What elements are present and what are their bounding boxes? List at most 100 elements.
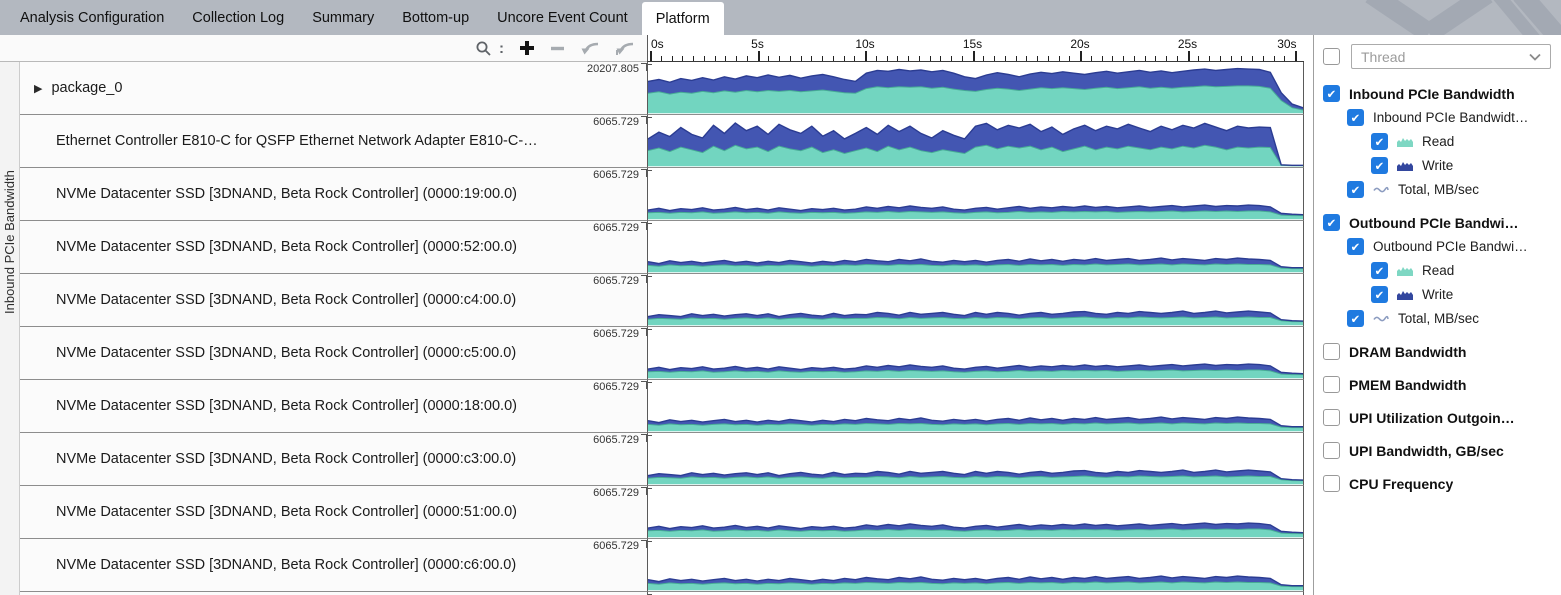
bandwidth-chart[interactable] xyxy=(648,539,1303,591)
bandwidth-chart[interactable] xyxy=(648,62,1303,114)
ruler-minor-tick xyxy=(919,56,920,61)
bandwidth-chart[interactable] xyxy=(648,327,1303,379)
row-value: 20207.805 xyxy=(587,63,639,75)
checkbox-read[interactable]: ✔ xyxy=(1371,262,1388,279)
vertical-scrollbar[interactable] xyxy=(1304,35,1313,595)
timeline-ruler[interactable]: 0s5s10s15s20s25s30s xyxy=(647,35,1304,62)
zoom-in-icon[interactable] xyxy=(519,40,535,56)
bandwidth-chart[interactable] xyxy=(648,486,1303,538)
checkbox-dram-bandwidth[interactable] xyxy=(1323,343,1340,360)
tab-bottom-up[interactable]: Bottom-up xyxy=(388,0,483,35)
checkbox-upi-utilization-outgoing[interactable] xyxy=(1323,409,1340,426)
sidebar-item-upi-bandwidth-gb-sec: UPI Bandwidth, GB/sec xyxy=(1314,442,1561,459)
row-label: Ethernet Controller E810-C for QSFP Ethe… xyxy=(56,133,538,149)
tab-summary[interactable]: Summary xyxy=(298,0,388,35)
checkbox-write[interactable]: ✔ xyxy=(1371,286,1388,303)
ruler-minor-tick xyxy=(747,56,748,61)
checkbox-inbound-pcie-bandwidt[interactable]: ✔ xyxy=(1347,109,1364,126)
ruler-minor-tick xyxy=(1102,56,1103,61)
row-value: 6065.729 xyxy=(593,275,639,287)
bandwidth-chart[interactable] xyxy=(648,115,1303,167)
sidebar-item-label: Outbound PCIe Bandwi… xyxy=(1373,239,1528,254)
row-value: 6065.729 xyxy=(593,540,639,552)
row-name-nvme-datacenter-ssd-3dnand-beta-rock-controller-0000-19-00-0[interactable]: NVMe Datacenter SSD [3DNAND, Beta Rock C… xyxy=(20,168,647,221)
checkbox-read[interactable]: ✔ xyxy=(1371,133,1388,150)
checkbox-outbound-pcie-bandwi[interactable]: ✔ xyxy=(1323,214,1340,231)
row-name-package-0[interactable]: ▶package_020207.805 xyxy=(20,62,647,115)
ruler-major-tick xyxy=(1188,51,1190,61)
sidebar-item-inbound-pcie-bandwidt: ✔ Inbound PCIe Bandwidt… xyxy=(1314,109,1561,126)
checkbox-total-mb-sec[interactable]: ✔ xyxy=(1347,181,1364,198)
ruler-minor-tick xyxy=(693,56,694,61)
sidebar-item-label: Total, MB/sec xyxy=(1398,182,1479,197)
ruler-label: 20s xyxy=(1070,37,1089,51)
table-row: NVMe Datacenter SSD [3DNAND, Beta Rock C… xyxy=(20,274,1304,327)
checkbox-total-mb-sec[interactable]: ✔ xyxy=(1347,310,1364,327)
row-name-nvme-datacenter-ssd-3dnand-beta-rock-controller-0000-c6-00-0[interactable]: NVMe Datacenter SSD [3DNAND, Beta Rock C… xyxy=(20,539,647,592)
row-value: 6065.729 xyxy=(593,222,639,234)
checkbox-cpu-frequency[interactable] xyxy=(1323,475,1340,492)
bandwidth-chart[interactable] xyxy=(648,380,1303,432)
bandwidth-chart[interactable] xyxy=(648,433,1303,485)
thread-filter-row: Thread xyxy=(1314,44,1561,69)
ruler-minor-tick xyxy=(908,56,909,61)
undo-all-zoom-icon[interactable] xyxy=(615,41,635,56)
row-name-nvme-datacenter-ssd-3dnand-beta-rock-controller-0000-c4-00-0[interactable]: NVMe Datacenter SSD [3DNAND, Beta Rock C… xyxy=(20,274,647,327)
ruler-minor-tick xyxy=(1220,56,1221,61)
ruler-minor-tick xyxy=(1112,56,1113,61)
search-icon[interactable] xyxy=(475,40,492,57)
bandwidth-chart[interactable] xyxy=(648,168,1303,220)
tab-collection-log[interactable]: Collection Log xyxy=(178,0,298,35)
ruler-minor-tick xyxy=(1005,56,1006,61)
expander-icon[interactable]: ▶ xyxy=(34,82,42,95)
tab-platform[interactable]: Platform xyxy=(642,2,724,35)
row-group-strip[interactable]: Inbound PCIe Bandwidth xyxy=(0,62,20,595)
thread-checkbox[interactable] xyxy=(1323,48,1340,65)
ruler-minor-tick xyxy=(1069,56,1070,61)
checkbox-upi-bandwidth-gb-sec[interactable] xyxy=(1323,442,1340,459)
row-name-ethernet-controller-e810-c-for-qsfp-ethernet-network-adapter-e810-c[interactable]: Ethernet Controller E810-C for QSFP Ethe… xyxy=(20,115,647,168)
checkbox-inbound-pcie-bandwidth[interactable]: ✔ xyxy=(1323,85,1340,102)
timeline-header: : xyxy=(0,35,1304,62)
row-group-label: Inbound PCIe Bandwidth xyxy=(2,62,18,422)
bandwidth-chart[interactable] xyxy=(648,221,1303,273)
ruler-minor-tick xyxy=(1016,56,1017,61)
row-name-nvme-datacenter-ssd-3dnand-beta-rock-controller-0000-c3-00-0[interactable]: NVMe Datacenter SSD [3DNAND, Beta Rock C… xyxy=(20,433,647,486)
sidebar-item-pmem-bandwidth: PMEM Bandwidth xyxy=(1314,376,1561,393)
row-name-nvme-datacenter-ssd-3dnand-beta-rock-controller-0000-18-00-0[interactable]: NVMe Datacenter SSD [3DNAND, Beta Rock C… xyxy=(20,380,647,433)
ruler-minor-tick xyxy=(1284,56,1285,61)
ruler-minor-tick xyxy=(822,56,823,61)
row-axis-max: 6065.729 xyxy=(593,540,647,552)
row-name-nvme-datacenter-ssd-3dnand-beta-rock-controller-0000-c5-00-0[interactable]: NVMe Datacenter SSD [3DNAND, Beta Rock C… xyxy=(20,327,647,380)
ruler-major-tick xyxy=(865,51,867,61)
row-axis-max: 6065.729 xyxy=(593,169,647,181)
table-row: NVMe Datacenter SSD [3DNAND, Beta Rock C… xyxy=(20,221,1304,274)
table-row: NVMe Datacenter SSD [3DNAND, Beta Rock C… xyxy=(20,486,1304,539)
checkbox-write[interactable]: ✔ xyxy=(1371,157,1388,174)
ruler-minor-tick xyxy=(661,56,662,61)
sidebar-item-upi-utilization-outgoing: UPI Utilization Outgoing… xyxy=(1314,409,1561,426)
sidebar-item-label: Inbound PCIe Bandwidt… xyxy=(1373,110,1528,125)
chart-cell xyxy=(647,274,1304,327)
ruler-major-tick xyxy=(650,51,652,61)
checkbox-pmem-bandwidth[interactable] xyxy=(1323,376,1340,393)
ruler-minor-tick xyxy=(1123,56,1124,61)
tab-analysis-configuration[interactable]: Analysis Configuration xyxy=(6,0,178,35)
thread-dropdown[interactable]: Thread xyxy=(1351,44,1551,69)
ruler-minor-tick xyxy=(887,56,888,61)
chart-cell xyxy=(647,221,1304,274)
undo-zoom-icon[interactable] xyxy=(580,41,600,56)
row-axis-max: 6065.729 xyxy=(593,381,647,393)
row-name-nvme-datacenter-ssd-3dnand-beta-rock-controller-0000-51-00-0[interactable]: NVMe Datacenter SSD [3DNAND, Beta Rock C… xyxy=(20,486,647,539)
sidebar-item-label: Read xyxy=(1422,134,1454,149)
ruler-minor-tick xyxy=(1177,56,1178,61)
ruler-minor-tick xyxy=(854,56,855,61)
bandwidth-chart[interactable] xyxy=(648,274,1303,326)
sidebar-item-outbound-pcie-bandwi: ✔Outbound PCIe Bandwi… xyxy=(1314,214,1561,231)
tab-uncore-event-count[interactable]: Uncore Event Count xyxy=(483,0,642,35)
row-value: 6065.729 xyxy=(593,328,639,340)
row-name-nvme-datacenter-ssd-3dnand-beta-rock-controller-0000-52-00-0[interactable]: NVMe Datacenter SSD [3DNAND, Beta Rock C… xyxy=(20,221,647,274)
read-area-icon xyxy=(1397,136,1413,147)
checkbox-outbound-pcie-bandwi[interactable]: ✔ xyxy=(1347,238,1364,255)
zoom-out-icon[interactable] xyxy=(550,41,565,56)
